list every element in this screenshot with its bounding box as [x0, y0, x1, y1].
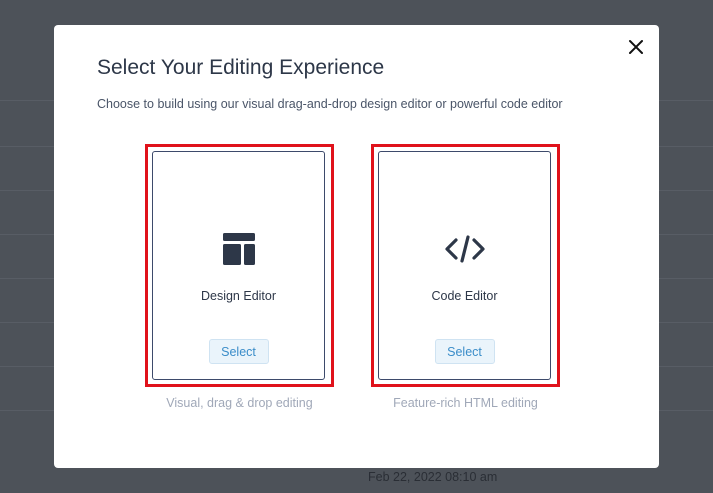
background-timestamp: Feb 22, 2022 08:10 am	[368, 470, 498, 484]
modal-title: Select Your Editing Experience	[97, 56, 385, 79]
design-editor-label: Design Editor	[200, 289, 277, 303]
close-button[interactable]	[627, 38, 645, 56]
code-editor-highlight: Code Editor Select	[371, 144, 560, 387]
close-icon	[629, 40, 643, 54]
modal-subtitle: Choose to build using our visual drag-an…	[97, 97, 563, 111]
editor-select-modal: Select Your Editing Experience Choose to…	[54, 25, 659, 468]
code-editor-option: Code Editor Select Feature-rich HTML edi…	[371, 144, 560, 410]
code-icon	[444, 228, 486, 270]
code-editor-label: Code Editor	[431, 289, 498, 303]
code-editor-card[interactable]: Code Editor Select	[378, 151, 551, 380]
code-editor-select-button[interactable]: Select	[434, 339, 495, 364]
design-editor-select-button[interactable]: Select	[208, 339, 269, 364]
code-editor-caption: Feature-rich HTML editing	[393, 396, 538, 410]
design-editor-card[interactable]: Design Editor Select	[152, 151, 325, 380]
design-editor-highlight: Design Editor Select	[145, 144, 334, 387]
layout-icon	[218, 228, 260, 270]
design-editor-caption: Visual, drag & drop editing	[166, 396, 313, 410]
design-editor-option: Design Editor Select Visual, drag & drop…	[145, 144, 334, 410]
